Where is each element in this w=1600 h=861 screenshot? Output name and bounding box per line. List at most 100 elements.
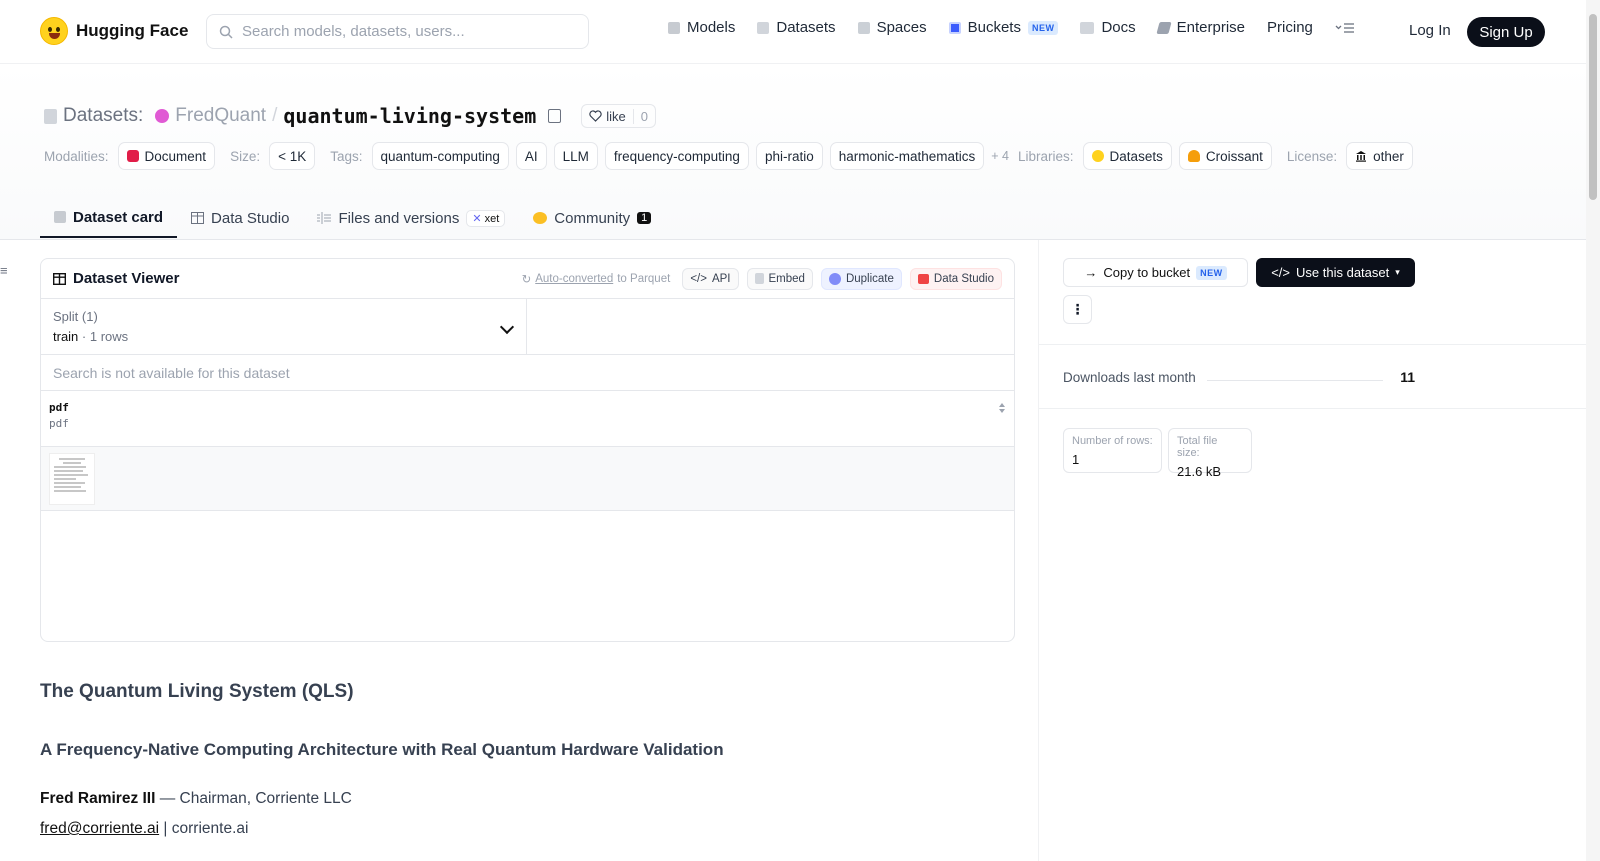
tag-chip[interactable]: quantum-computing	[371, 142, 509, 170]
dataset-icon	[44, 108, 57, 124]
data-studio-button[interactable]: Data Studio	[909, 267, 1002, 290]
duplicate-button-label: Duplicate	[845, 272, 894, 285]
email-link[interactable]: fred@corriente.ai	[40, 820, 159, 837]
enterprise-icon	[1156, 21, 1172, 34]
search-box[interactable]	[206, 14, 589, 49]
tag-chip[interactable]: phi-ratio	[755, 142, 823, 170]
nav-pricing[interactable]: Pricing	[1267, 19, 1313, 36]
tag-chip[interactable]: LLM	[553, 142, 598, 170]
nav-docs[interactable]: Docs	[1080, 19, 1136, 36]
metadata-tags: Modalities: Document Size: < 1K Tags: qu…	[44, 142, 1413, 170]
nav-enterprise-label: Enterprise	[1176, 19, 1246, 36]
nav-datasets[interactable]: Datasets	[757, 19, 836, 36]
nav-more-menu[interactable]	[1335, 22, 1355, 34]
like-count: 0	[632, 108, 655, 124]
license-text: other	[1373, 148, 1404, 164]
stat-rows: Number of rows: 1	[1063, 428, 1162, 473]
more-options-button[interactable]: ⋮	[1063, 295, 1092, 324]
nav-enterprise[interactable]: Enterprise	[1156, 19, 1246, 36]
tag-chip[interactable]: frequency-computing	[604, 142, 749, 170]
use-this-dataset-label: Use this dataset	[1296, 265, 1390, 280]
bucket-icon	[948, 21, 961, 34]
duplicate-button[interactable]: Duplicate	[820, 267, 902, 290]
column-header-pdf[interactable]: pdf pdf	[41, 391, 1014, 447]
split-rows: 1 rows	[89, 329, 129, 344]
embed-icon	[754, 273, 764, 284]
chevron-down-icon: ▾	[1395, 267, 1400, 277]
more-tags[interactable]: + 4	[991, 149, 1009, 163]
card-contact: fred@corriente.ai | corriente.ai	[40, 820, 248, 838]
xet-badge-text: xet	[484, 212, 500, 225]
dataset-viewer: Dataset Viewer ↻ Auto-converted to Parqu…	[40, 258, 1015, 642]
library-chip-datasets[interactable]: Datasets	[1082, 142, 1172, 170]
copy-icon[interactable]	[548, 109, 562, 123]
divider	[1039, 408, 1586, 409]
login-link[interactable]: Log In	[1409, 22, 1451, 39]
logo-text: Hugging Face	[76, 21, 189, 40]
nav-pricing-label: Pricing	[1267, 19, 1313, 36]
nav-models[interactable]: Models	[668, 19, 735, 36]
api-button[interactable]: </> API	[682, 267, 739, 290]
tab-dataset-card[interactable]: Dataset card	[40, 198, 178, 238]
owner-link[interactable]: FredQuant	[175, 105, 266, 127]
data-studio-button-label: Data Studio	[933, 272, 994, 285]
auto-converted-link[interactable]: Auto-converted	[535, 273, 613, 285]
author-name: Fred Ramirez III	[40, 790, 156, 807]
nav-datasets-label: Datasets	[776, 19, 836, 36]
split-selector[interactable]: Split (1) train · 1 rows	[41, 299, 527, 354]
modalities-label: Modalities:	[44, 148, 109, 164]
like-button[interactable]: like 0	[581, 104, 656, 128]
api-button-label: API	[711, 272, 731, 285]
section-label[interactable]: Datasets:	[63, 105, 143, 127]
tab-data-studio[interactable]: Data Studio	[177, 198, 303, 238]
repo-tabs: Dataset card Data Studio Files and versi…	[40, 198, 665, 240]
sidebar-divider	[1038, 240, 1039, 861]
home-logo[interactable]: Hugging Face	[40, 17, 188, 45]
embed-button[interactable]: Embed	[746, 267, 813, 290]
nav-buckets[interactable]: Buckets NEW	[948, 19, 1059, 36]
license-label: License:	[1286, 148, 1338, 164]
tab-dataset-card-label: Dataset card	[73, 208, 164, 226]
search-input[interactable]	[242, 23, 572, 40]
table-row[interactable]	[41, 447, 1014, 511]
pdf-thumbnail[interactable]	[49, 453, 95, 505]
tab-community[interactable]: Community 1	[519, 198, 665, 238]
nav-spaces[interactable]: Spaces	[857, 19, 927, 36]
signup-button[interactable]: Sign Up	[1467, 17, 1545, 47]
tab-files[interactable]: Files and versions ✕ xet	[303, 198, 519, 238]
nav-models-label: Models	[687, 19, 736, 36]
cube-icon	[668, 21, 680, 34]
repo-title: Datasets: FredQuant / quantum-living-sys…	[44, 104, 656, 128]
copy-to-bucket-label: Copy to bucket	[1103, 265, 1191, 280]
table-icon	[917, 273, 929, 284]
viewer-title-text: Dataset Viewer	[73, 270, 180, 287]
viewer-search-disabled: Search is not available for this dataset	[41, 355, 1014, 391]
sort-icon[interactable]	[998, 402, 1006, 414]
stat-size: Total file size: 21.6 kB	[1168, 428, 1252, 479]
modality-chip[interactable]: Document	[117, 142, 216, 170]
license-chip[interactable]: other	[1346, 142, 1413, 170]
downloads-sparkline	[1207, 380, 1383, 381]
nav-docs-label: Docs	[1101, 19, 1136, 36]
nav-buckets-label: Buckets	[967, 19, 1021, 36]
downloads-value: 11	[1400, 369, 1415, 385]
card-subtitle: A Frequency-Native Computing Architectur…	[40, 740, 724, 759]
downloads-label: Downloads last month	[1063, 370, 1196, 385]
tab-data-studio-label: Data Studio	[211, 209, 290, 227]
toc-toggle-icon[interactable]: ≡	[0, 263, 8, 278]
size-chip[interactable]: < 1K	[269, 142, 316, 170]
viewer-title: Dataset Viewer	[53, 270, 179, 287]
modality-text: Document	[144, 148, 207, 164]
library-chip-croissant[interactable]: Croissant	[1178, 142, 1272, 170]
auto-converted-suffix: to Parquet	[617, 272, 671, 285]
split-dot: ·	[81, 329, 90, 344]
copy-to-bucket-button[interactable]: → Copy to bucket NEW	[1063, 258, 1248, 287]
stat-size-label: Total file size:	[1177, 435, 1218, 459]
viewer-actions: ↻ Auto-converted to Parquet </> API Embed…	[522, 267, 1002, 290]
use-this-dataset-button[interactable]: </> Use this dataset ▾	[1256, 258, 1415, 287]
repo-name[interactable]: quantum-living-system	[283, 104, 536, 128]
scrollbar-thumb[interactable]	[1589, 14, 1597, 200]
tag-chip[interactable]: harmonic-mathematics	[829, 142, 985, 170]
tag-chip[interactable]: AI	[515, 142, 547, 170]
menu-more-icon	[1335, 22, 1354, 33]
